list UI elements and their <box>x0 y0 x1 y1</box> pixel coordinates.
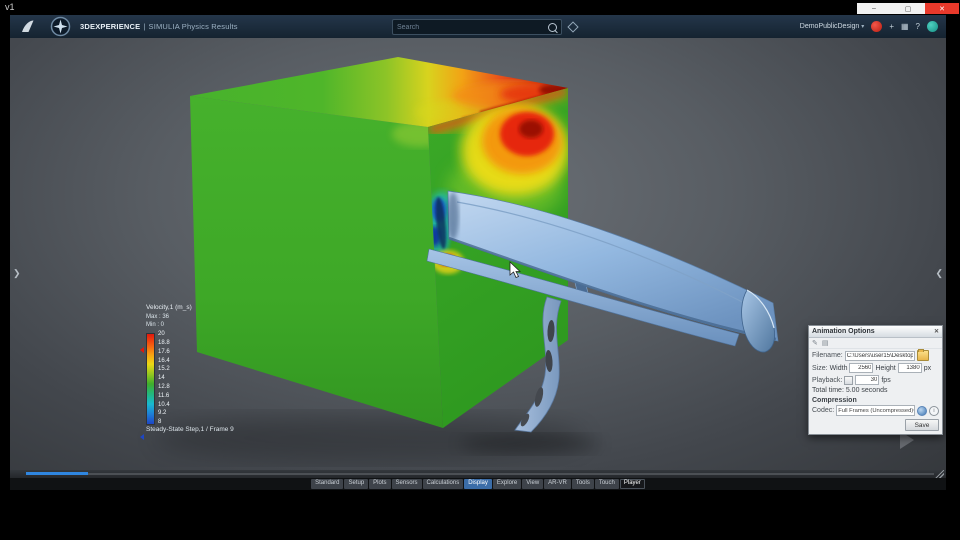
application-frame: 3DEXPERIENCE|SIMULIA Physics Results Dem… <box>10 15 946 490</box>
legend-max: Max : 36 <box>146 314 170 320</box>
legend-max-clamp-icon <box>140 347 144 354</box>
save-button[interactable]: Save <box>905 419 939 431</box>
close-button[interactable]: ✕ <box>925 3 959 14</box>
dialog-title: Animation Options <box>812 328 875 335</box>
browse-folder-icon[interactable] <box>916 349 929 361</box>
record-icon[interactable] <box>917 405 927 416</box>
right-panel-expander[interactable]: ❮ <box>935 268 943 279</box>
codec-row: Codec: Full Frames (Uncompressed) ▾ i <box>809 404 942 417</box>
apps-grid-icon[interactable]: ▦ <box>901 22 909 31</box>
width-label: Width <box>829 364 848 372</box>
size-label: Size: <box>812 364 828 372</box>
caret-down-icon: ▾ <box>861 24 865 30</box>
edit-icon[interactable]: ✎ <box>812 339 818 347</box>
frames-icon[interactable]: ▤ <box>822 339 829 347</box>
height-input[interactable] <box>897 363 922 373</box>
brand-title: 3DEXPERIENCE | SIMULIA Physics Results <box>80 22 238 31</box>
playback-label: Playback: <box>812 376 843 384</box>
total-time-label: Total time: 5.00 seconds <box>812 387 888 394</box>
3d-viewport[interactable]: Velocity,1 (m_s) Max : 36 Min : 0 20 18.… <box>10 38 946 470</box>
tab-explore[interactable]: Explore <box>492 479 522 489</box>
filename-input[interactable] <box>844 350 915 361</box>
help-icon[interactable]: ? <box>916 22 920 31</box>
3ds-logo-icon[interactable] <box>20 19 35 39</box>
timeline-track[interactable] <box>26 473 934 475</box>
tab-calculations[interactable]: Calculations <box>422 479 464 489</box>
legend-tick-labels: 20 18.8 17.6 16.4 15.2 14 12.8 11.6 10.4… <box>158 331 170 426</box>
codec-dropdown[interactable]: Full Frames (Uncompressed) ▾ <box>836 405 915 416</box>
timeline-progress[interactable] <box>26 472 88 475</box>
tab-touch[interactable]: Touch <box>594 479 619 489</box>
playback-row: Playback: fps <box>809 374 942 386</box>
appbar-right-cluster: DemoPublicDesign ▾ + ▦ ? <box>800 15 938 38</box>
user-avatar[interactable] <box>871 21 883 32</box>
codec-label: Codec: <box>812 407 835 414</box>
tab-player[interactable]: Player <box>619 479 645 489</box>
width-input[interactable] <box>849 363 874 373</box>
height-label: Height <box>875 364 896 372</box>
left-panel-expander[interactable]: ❯ <box>13 268 21 279</box>
tab-setup[interactable]: Setup <box>344 479 369 489</box>
legend-min-clamp-icon <box>140 434 144 441</box>
legend-title: Velocity,1 (m_s) <box>146 304 192 311</box>
filename-label: Filename: <box>812 352 843 359</box>
workspace-selector[interactable]: DemoPublicDesign ▾ <box>800 23 865 30</box>
animation-options-dialog: Animation Options ✕ ✎ ▤ Filename: Size: … <box>808 325 943 435</box>
frame-status-label: Steady-State Step,1 / Frame 9 <box>146 426 234 433</box>
fps-input[interactable] <box>855 375 880 385</box>
playback-timeline[interactable] <box>10 470 946 478</box>
video-version-label: v1 <box>5 2 15 12</box>
legend-colorbar <box>146 333 155 426</box>
px-label: px <box>923 364 932 372</box>
maximize-button[interactable]: ▢ <box>891 3 925 14</box>
filename-row: Filename: <box>809 349 942 362</box>
tab-view[interactable]: View <box>522 479 544 489</box>
presence-avatar[interactable] <box>927 21 938 32</box>
tab-ar-vr[interactable]: AR-VR <box>544 479 571 489</box>
search-icon[interactable] <box>548 22 557 32</box>
tab-sensors[interactable]: Sensors <box>391 479 422 489</box>
minimize-button[interactable]: – <box>857 3 891 14</box>
dialog-toolbar: ✎ ▤ <box>809 338 942 349</box>
total-time-row: Total time: 5.00 seconds <box>809 386 942 395</box>
workspace-label: DemoPublicDesign <box>799 23 860 30</box>
size-row: Size: Width Height px <box>809 362 942 374</box>
window-controls: – ▢ ✕ <box>857 3 959 14</box>
fps-label: fps <box>881 376 891 384</box>
spoiler-end-plate <box>741 289 775 353</box>
global-search[interactable] <box>392 19 562 35</box>
legend-min: Min : 0 <box>146 322 165 329</box>
tab-tools[interactable]: Tools <box>571 479 594 489</box>
velocity-legend: Velocity,1 (m_s) Max : 36 Min : 0 20 18.… <box>140 304 192 441</box>
info-icon[interactable]: i <box>929 405 939 416</box>
dialog-titlebar[interactable]: Animation Options ✕ <box>809 326 942 338</box>
tab-plots[interactable]: Plots <box>369 479 391 489</box>
dropdown-caret-icon: ▾ <box>913 408 914 414</box>
tab-display[interactable]: Display <box>464 479 492 489</box>
add-icon[interactable]: + <box>889 22 894 31</box>
resize-handle-icon[interactable] <box>934 470 944 478</box>
codec-value: Full Frames (Uncompressed) <box>838 407 914 414</box>
tag-icon[interactable] <box>567 21 579 33</box>
dialog-close-icon[interactable]: ✕ <box>934 328 939 335</box>
search-input[interactable] <box>393 23 548 31</box>
ribbon-tab-bar: Standard Setup Plots Sensors Calculation… <box>10 478 946 490</box>
app-top-bar: 3DEXPERIENCE|SIMULIA Physics Results Dem… <box>10 15 946 38</box>
compression-section-label: Compression <box>812 397 857 404</box>
tab-standard[interactable]: Standard <box>311 479 344 489</box>
playback-speed-icon[interactable] <box>844 375 854 385</box>
